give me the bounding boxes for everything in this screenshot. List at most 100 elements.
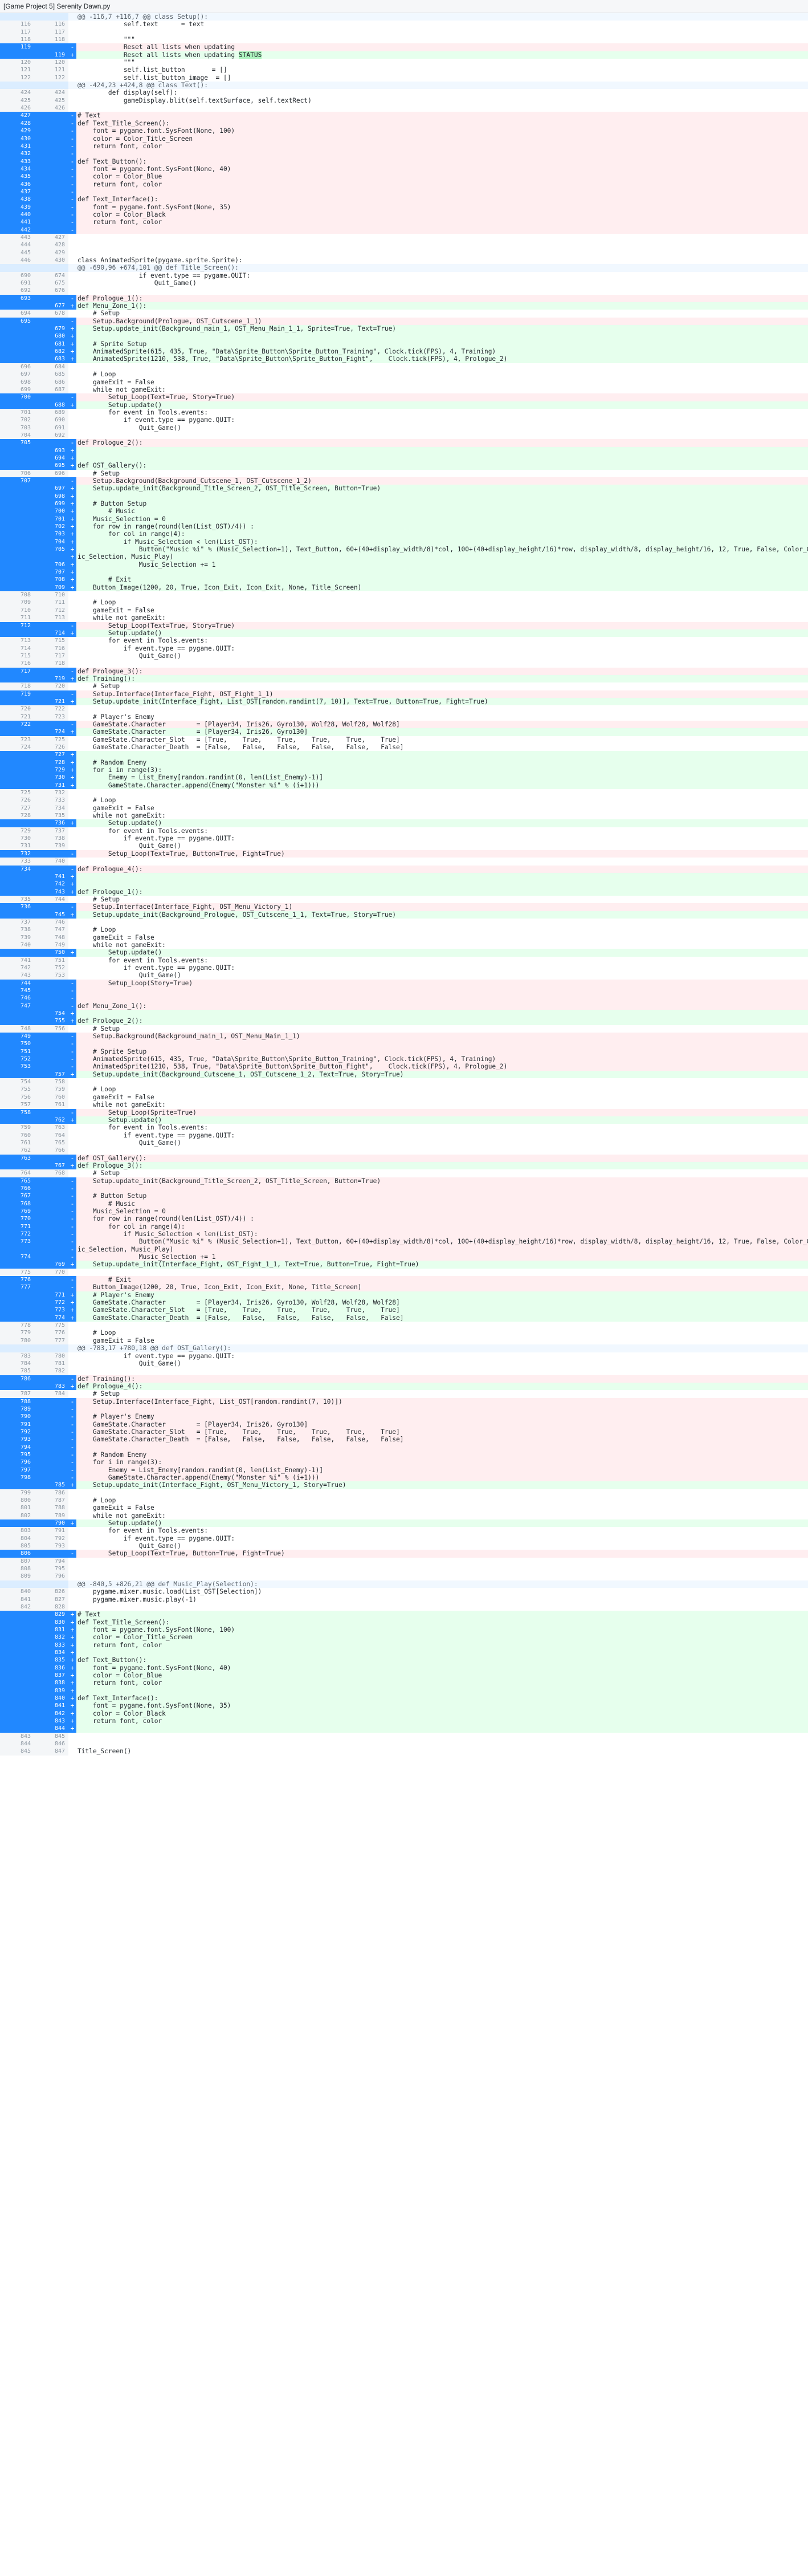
old-line-number[interactable] — [0, 1291, 34, 1299]
new-line-number[interactable]: 754 — [34, 1010, 68, 1018]
old-line-number[interactable]: 786 — [0, 1375, 34, 1383]
old-line-number[interactable]: 116 — [0, 21, 34, 29]
old-line-number[interactable]: 843 — [0, 1732, 34, 1741]
new-line-number[interactable] — [34, 1420, 68, 1428]
old-line-number[interactable]: 801 — [0, 1504, 34, 1512]
new-line-number[interactable] — [34, 82, 68, 90]
new-line-number[interactable]: 427 — [34, 233, 68, 242]
old-line-number[interactable]: 783 — [0, 1352, 34, 1360]
diff-line[interactable]: 773 + GameState.Character_Slot = [True, T… — [0, 1306, 808, 1314]
old-line-number[interactable]: 438 — [0, 196, 34, 204]
old-line-number[interactable]: 756 — [0, 1093, 34, 1102]
diff-line[interactable]: 699 687 while not gameExit: — [0, 385, 808, 394]
new-line-number[interactable] — [34, 1253, 68, 1261]
new-line-number[interactable]: 675 — [34, 279, 68, 287]
diff-line[interactable]: 722 - GameState.Character = [Player34, Ir… — [0, 720, 808, 729]
diff-line[interactable]: 745 + Setup.update_init(Background_Prolog… — [0, 911, 808, 919]
new-line-number[interactable] — [34, 203, 68, 211]
old-line-number[interactable]: 708 — [0, 591, 34, 599]
old-line-number[interactable]: 426 — [0, 104, 34, 112]
new-line-number[interactable]: 740 — [34, 858, 68, 866]
old-line-number[interactable] — [0, 1245, 34, 1254]
new-line-number[interactable] — [34, 720, 68, 729]
new-line-number[interactable] — [34, 1108, 68, 1116]
new-line-number[interactable]: 695 — [34, 462, 68, 470]
old-line-number[interactable]: 785 — [0, 1367, 34, 1375]
new-line-number[interactable]: 735 — [34, 812, 68, 820]
new-line-number[interactable]: 701 — [34, 515, 68, 523]
new-line-number[interactable]: 768 — [34, 1169, 68, 1177]
new-line-number[interactable] — [34, 135, 68, 143]
old-line-number[interactable] — [0, 523, 34, 531]
new-line-number[interactable]: 775 — [34, 1322, 68, 1330]
new-line-number[interactable]: 752 — [34, 964, 68, 972]
diff-line[interactable]: 441 - return font, color — [0, 218, 808, 226]
hunk-header[interactable]: @@ -116,7 +116,7 @@ class Setup(): — [0, 13, 808, 21]
old-line-number[interactable]: 799 — [0, 1489, 34, 1497]
diff-line[interactable]: 786 - def Training(): — [0, 1375, 808, 1383]
old-line-number[interactable]: 705 — [0, 439, 34, 447]
old-line-number[interactable]: 735 — [0, 895, 34, 904]
new-line-number[interactable] — [34, 1436, 68, 1444]
old-line-number[interactable]: 427 — [0, 112, 34, 120]
diff-line[interactable]: 842 + color = Color_Black — [0, 1709, 808, 1717]
diff-line[interactable]: 116 116 self.text = text — [0, 21, 808, 29]
old-line-number[interactable] — [0, 51, 34, 59]
diff-line[interactable]: 730 + Enemy = List_Enemy[random.randint(0… — [0, 774, 808, 782]
old-line-number[interactable]: 778 — [0, 1322, 34, 1330]
diff-line[interactable]: - ic_Selection, Music_Play) — [0, 1245, 808, 1254]
new-line-number[interactable]: 791 — [34, 1527, 68, 1535]
old-line-number[interactable]: 844 — [0, 1740, 34, 1748]
diff-line[interactable]: 720 722 — [0, 705, 808, 713]
old-line-number[interactable] — [0, 1344, 34, 1352]
new-line-number[interactable]: 780 — [34, 1352, 68, 1360]
new-line-number[interactable]: 841 — [34, 1702, 68, 1710]
old-line-number[interactable]: 793 — [0, 1436, 34, 1444]
new-line-number[interactable] — [34, 210, 68, 219]
old-line-number[interactable]: 701 — [0, 408, 34, 417]
new-line-number[interactable]: 827 — [34, 1595, 68, 1603]
diff-line[interactable]: 762 766 — [0, 1147, 808, 1155]
new-line-number[interactable] — [34, 1466, 68, 1474]
new-line-number[interactable]: 696 — [34, 469, 68, 477]
diff-line[interactable]: 726 733 # Loop — [0, 797, 808, 805]
new-line-number[interactable]: 678 — [34, 310, 68, 318]
diff-line[interactable]: 703 691 Quit_Game() — [0, 424, 808, 432]
new-line-number[interactable]: 836 — [34, 1664, 68, 1672]
new-line-number[interactable]: 424 — [34, 89, 68, 97]
old-line-number[interactable]: 732 — [0, 850, 34, 858]
diff-line[interactable]: 760 764 if event.type == pygame.QUIT: — [0, 1131, 808, 1139]
new-line-number[interactable]: 781 — [34, 1359, 68, 1368]
old-line-number[interactable]: 711 — [0, 614, 34, 622]
old-line-number[interactable] — [0, 766, 34, 774]
new-line-number[interactable] — [34, 553, 68, 561]
diff-line[interactable]: 838 + return font, color — [0, 1679, 808, 1687]
diff-line[interactable]: 693 + — [0, 446, 808, 454]
old-line-number[interactable] — [0, 1671, 34, 1680]
old-line-number[interactable]: 842 — [0, 1603, 34, 1611]
diff-line[interactable]: 776 - # Exit — [0, 1276, 808, 1284]
old-line-number[interactable] — [0, 546, 34, 554]
old-line-number[interactable] — [0, 507, 34, 515]
new-line-number[interactable] — [34, 1055, 68, 1063]
old-line-number[interactable] — [0, 1679, 34, 1687]
new-line-number[interactable]: 846 — [34, 1740, 68, 1748]
old-line-number[interactable] — [0, 325, 34, 333]
hunk-header[interactable]: @@ -783,17 +780,18 @@ def OST_Gallery(): — [0, 1344, 808, 1352]
diff-line[interactable]: 774 - Music_Selection += 1 — [0, 1253, 808, 1261]
new-line-number[interactable]: 708 — [34, 576, 68, 584]
new-line-number[interactable] — [34, 1047, 68, 1056]
diff-line[interactable]: 783 + def Prologue_4(): — [0, 1382, 808, 1391]
diff-line[interactable]: 694 + — [0, 454, 808, 462]
old-line-number[interactable]: 424 — [0, 89, 34, 97]
diff-line[interactable]: 780 777 gameExit = False — [0, 1336, 808, 1345]
diff-line[interactable]: 701 + Music_Selection = 0 — [0, 515, 808, 523]
diff-line[interactable]: 843 845 — [0, 1732, 808, 1741]
old-line-number[interactable]: 770 — [0, 1215, 34, 1223]
diff-line[interactable]: 729 + for i in range(3): — [0, 766, 808, 774]
old-line-number[interactable]: 435 — [0, 173, 34, 181]
new-line-number[interactable]: 761 — [34, 1101, 68, 1109]
diff-line[interactable]: 435 - color = Color_Blue — [0, 173, 808, 181]
old-line-number[interactable]: 714 — [0, 644, 34, 652]
new-line-number[interactable] — [34, 226, 68, 234]
